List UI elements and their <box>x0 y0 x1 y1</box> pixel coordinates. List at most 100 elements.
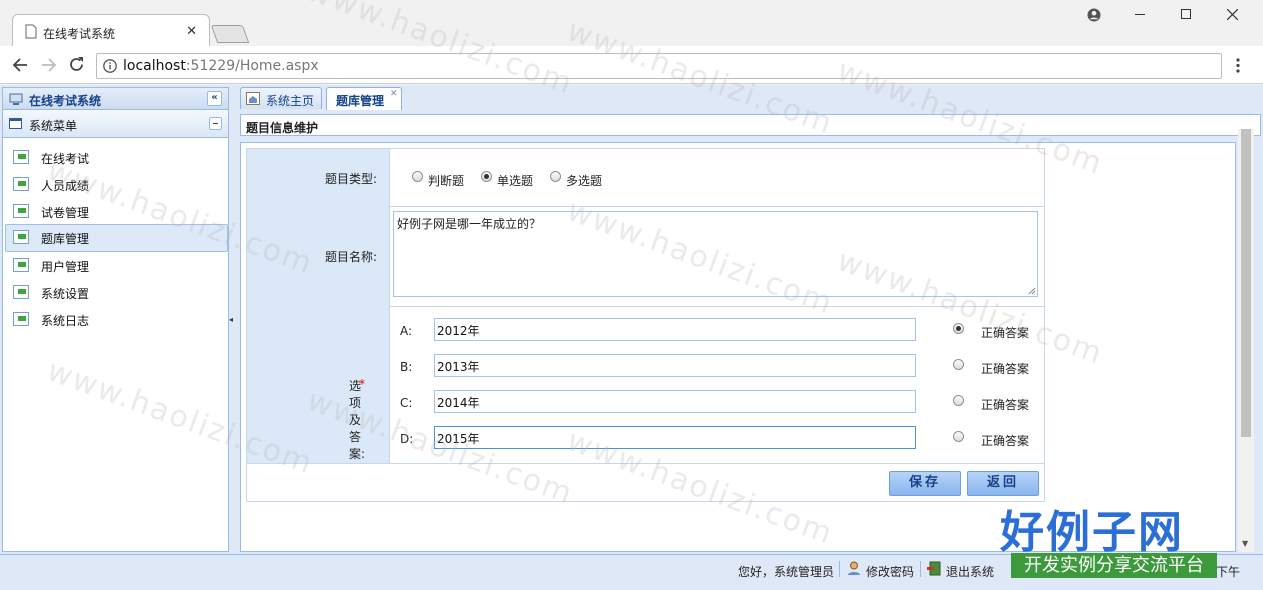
option-letter: D: <box>400 432 414 446</box>
app-logo-icon <box>9 93 23 105</box>
sidebar-item-label: 在线考试 <box>41 152 90 166</box>
question-name-value: 好例子网是哪一年成立的？ <box>397 217 542 231</box>
user-key-icon <box>848 561 860 575</box>
scroll-down-icon[interactable]: ▼ <box>1242 539 1248 548</box>
back-icon[interactable] <box>12 57 28 73</box>
correct-label: 正确答案 <box>981 398 1030 412</box>
type-radio-multi[interactable] <box>550 171 561 182</box>
menu-item-icon <box>13 230 29 244</box>
type-option-label: 多选题 <box>566 174 603 188</box>
scrollbar-thumb[interactable] <box>1241 129 1251 437</box>
option-b-input[interactable]: 2013年 <box>434 354 916 377</box>
sidebar-item-papers[interactable]: 试卷管理 <box>5 198 226 224</box>
url-path: :51229/Home.aspx <box>185 58 319 74</box>
type-option-label: 判断题 <box>428 174 465 188</box>
logout-icon <box>927 561 941 576</box>
type-option-label: 单选题 <box>497 174 534 188</box>
option-d-input[interactable]: 2015年 <box>434 426 916 449</box>
menu-dots-icon[interactable] <box>1236 58 1240 73</box>
correct-radio-a[interactable] <box>953 323 964 334</box>
correct-label: 正确答案 <box>981 362 1030 376</box>
correct-label: 正确答案 <box>981 326 1030 340</box>
reload-icon[interactable] <box>68 56 85 73</box>
tab-label: 系统主页 <box>266 94 315 108</box>
sidebar: 在线考试系统 « 系统菜单 在线考试 人员成绩 试卷管理 题库管理 用户管理 系… <box>2 87 229 552</box>
time-text: 下午 <box>1216 565 1241 579</box>
save-button[interactable]: 保存 <box>889 471 961 496</box>
sidebar-item-label: 用户管理 <box>41 260 90 274</box>
sidebar-item-label: 系统设置 <box>41 287 90 301</box>
url-text: localhost:51229/Home.aspx <box>123 58 319 74</box>
forward-icon[interactable] <box>41 57 57 73</box>
minimize-icon[interactable] <box>1135 14 1145 15</box>
collapse-section-icon[interactable] <box>209 117 222 130</box>
sidebar-item-label: 系统日志 <box>41 314 90 328</box>
menu-item-icon <box>13 204 29 218</box>
sidebar-item-label: 题库管理 <box>41 232 90 246</box>
close-icon[interactable] <box>1227 9 1238 20</box>
divider <box>920 561 921 577</box>
watermark-logo-subtitle: 开发实例分享交流平台 <box>1011 553 1217 578</box>
greeting-text: 您好，系统管理员 <box>738 565 835 579</box>
sidebar-item-question-bank[interactable]: 题库管理 <box>5 224 228 252</box>
sidebar-item-logs[interactable]: 系统日志 <box>5 306 226 332</box>
sidebar-item-label: 人员成绩 <box>41 179 90 193</box>
option-value: 2014年 <box>437 396 480 410</box>
divider <box>839 561 840 577</box>
collapse-sidebar-icon[interactable]: « <box>207 91 222 106</box>
correct-radio-c[interactable] <box>953 395 964 406</box>
option-value: 2013年 <box>437 360 480 374</box>
correct-radio-d[interactable] <box>953 431 964 442</box>
option-c-input[interactable]: 2014年 <box>434 390 916 413</box>
browser-tab[interactable]: 在线考试系统 ✕ <box>12 14 210 47</box>
browser-titlebar: 在线考试系统 ✕ <box>0 0 1263 47</box>
url-host: localhost <box>123 58 186 74</box>
back-button[interactable]: 返回 <box>967 471 1039 496</box>
menu-window-icon <box>9 118 22 129</box>
menu-item-icon <box>13 285 29 299</box>
sidebar-item-label: 试卷管理 <box>41 206 90 220</box>
new-tab-button[interactable] <box>210 25 250 43</box>
sidebar-title: 在线考试系统 <box>29 94 102 108</box>
menu-item-icon <box>13 258 29 272</box>
info-icon <box>103 59 117 73</box>
splitter-collapse-icon[interactable]: ◂ <box>229 316 234 324</box>
profile-icon[interactable] <box>1087 8 1101 22</box>
sidebar-item-scores[interactable]: 人员成绩 <box>5 171 226 197</box>
tab-close-icon[interactable]: ✕ <box>390 89 398 99</box>
option-a-input[interactable]: 2012年 <box>434 318 916 341</box>
sidebar-menu: 在线考试 人员成绩 试卷管理 题库管理 用户管理 系统设置 系统日志 <box>3 143 228 363</box>
logout-link[interactable]: 退出系统 <box>946 563 994 580</box>
type-radio-single[interactable] <box>481 171 492 182</box>
option-letter: C: <box>400 396 413 410</box>
tab-home[interactable]: 系统主页 <box>240 87 322 109</box>
tab-close-icon[interactable]: ✕ <box>186 24 197 39</box>
panel-header: 题目信息维护 <box>240 114 1261 136</box>
tab-question-bank[interactable]: 题库管理 ✕ <box>326 87 402 110</box>
menu-item-icon <box>13 312 29 326</box>
resize-handle-icon[interactable] <box>1028 287 1036 295</box>
question-name-textarea[interactable]: 好例子网是哪一年成立的？ <box>393 211 1038 297</box>
option-value: 2015年 <box>437 432 480 446</box>
sidebar-header: 在线考试系统 « <box>3 88 228 110</box>
scrollbar[interactable]: ▼ <box>1238 129 1254 552</box>
correct-radio-b[interactable] <box>953 359 964 370</box>
page-icon <box>25 24 37 39</box>
sidebar-item-online-exam[interactable]: 在线考试 <box>5 144 226 170</box>
change-password-link[interactable]: 修改密码 <box>866 563 914 580</box>
sidebar-section-header[interactable]: 系统菜单 <box>3 110 228 138</box>
sidebar-item-users[interactable]: 用户管理 <box>5 252 226 278</box>
maximize-icon[interactable] <box>1181 9 1191 19</box>
menu-item-icon <box>13 177 29 191</box>
sidebar-item-settings[interactable]: 系统设置 <box>5 279 226 305</box>
url-field[interactable]: localhost:51229/Home.aspx <box>96 53 1222 79</box>
tab-label: 题库管理 <box>336 94 385 108</box>
home-icon <box>246 92 260 105</box>
option-value: 2012年 <box>437 324 480 338</box>
option-letter: B: <box>400 360 413 374</box>
type-radio-judge[interactable] <box>412 171 423 182</box>
type-row <box>247 149 1044 207</box>
panel-title: 题目信息维护 <box>246 121 319 135</box>
sidebar-section-title: 系统菜单 <box>29 119 78 133</box>
correct-label: 正确答案 <box>981 434 1030 448</box>
